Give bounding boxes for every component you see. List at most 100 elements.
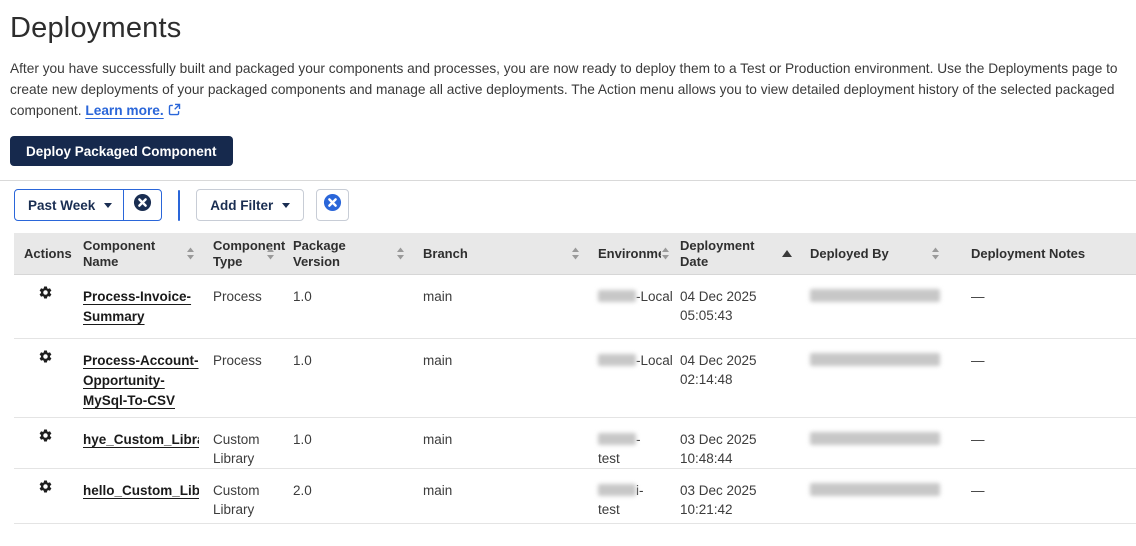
deployment-date-cell: 03 Dec 2025 10:48:44 xyxy=(680,418,810,468)
page-title: Deployments xyxy=(10,12,182,44)
x-circle-icon xyxy=(133,193,152,217)
gear-icon xyxy=(38,429,53,446)
component-name-link[interactable]: Process-Invoice-Summary xyxy=(83,287,199,327)
learn-more-link[interactable]: Learn more. xyxy=(85,103,163,118)
table-row: hello_Custom_Library Custom Library 2.0 … xyxy=(14,469,1136,524)
column-header[interactable]: Package Version xyxy=(293,233,423,274)
deployment-date-line: 04 Dec 2025 xyxy=(680,289,757,304)
sort-toggle-icon[interactable] xyxy=(396,247,405,260)
column-label: Deployment Date xyxy=(680,237,755,269)
branch-cell: main xyxy=(423,432,453,447)
sort-ascending-icon[interactable] xyxy=(782,250,792,257)
page-description: After you have successfully built and pa… xyxy=(10,58,1126,122)
environment-line1: -Local xyxy=(598,351,676,370)
gear-icon xyxy=(38,286,53,303)
column-header[interactable]: Actions xyxy=(14,233,83,274)
table-row: hye_Custom_Library Custom Library 1.0 ma… xyxy=(14,418,1136,469)
deployed-by-redacted xyxy=(810,353,940,366)
deployed-by-redacted xyxy=(810,432,940,445)
sort-toggle-icon[interactable] xyxy=(266,247,275,260)
column-label: Environment xyxy=(598,245,661,261)
add-filter-label: Add Filter xyxy=(210,197,274,213)
deployment-date-cell: 03 Dec 2025 10:21:42 xyxy=(680,469,810,523)
deployments-table: Actions Component Name Component Type Pa… xyxy=(14,233,1136,524)
sort-toggle-icon[interactable] xyxy=(661,247,670,260)
column-label: Package Version xyxy=(293,237,346,269)
table-row: Process-Account-Opportunity-MySql-To-CSV… xyxy=(14,339,1136,418)
component-type-cell: Process xyxy=(213,289,262,304)
deployed-by-redacted xyxy=(810,483,940,496)
component-name-link[interactable]: hello_Custom_Library xyxy=(83,481,199,501)
deployment-notes-cell: — xyxy=(971,289,985,304)
deployment-date-line: 03 Dec 2025 xyxy=(680,483,757,498)
table-row: Process-Invoice-Summary Process 1.0 main… xyxy=(14,275,1136,339)
branch-cell: main xyxy=(423,289,453,304)
column-header[interactable]: Component Name xyxy=(83,233,213,274)
deployment-time-line: 02:14:48 xyxy=(680,372,733,387)
actions-menu-button[interactable] xyxy=(38,285,53,300)
actions-cell xyxy=(14,339,83,417)
remove-date-filter-button[interactable] xyxy=(123,190,161,220)
environment-cell: i- test xyxy=(598,469,680,523)
deployed-by-cell xyxy=(810,469,958,523)
date-filter-dropdown[interactable]: Past Week xyxy=(15,190,123,220)
environment-cell: -Local xyxy=(598,275,680,338)
deployed-by-cell xyxy=(810,418,958,468)
clear-filters-button[interactable] xyxy=(316,189,350,221)
component-name-cell: Process-Invoice-Summary xyxy=(83,275,213,338)
deployment-notes-cell: — xyxy=(971,432,985,447)
chevron-down-icon xyxy=(104,202,113,208)
x-circle-icon xyxy=(323,193,342,217)
date-filter-label: Past Week xyxy=(28,197,96,213)
package-version-cell: 2.0 xyxy=(293,483,312,498)
column-header[interactable]: Deployment Date xyxy=(680,233,810,274)
deployment-time-line: 10:21:42 xyxy=(680,502,733,517)
environment-redacted xyxy=(598,433,636,445)
column-header[interactable]: Component Type xyxy=(213,233,293,274)
component-name-link[interactable]: Process-Account-Opportunity-MySql-To-CSV xyxy=(83,351,199,411)
column-label: Actions xyxy=(24,245,72,261)
gear-icon xyxy=(38,480,53,497)
page-footer-space xyxy=(0,524,1136,546)
filter-group-divider xyxy=(178,189,181,221)
column-label: Deployment Notes xyxy=(971,245,1086,261)
column-header[interactable]: Environment xyxy=(598,233,680,274)
column-header[interactable]: Deployment Notes xyxy=(958,233,1136,274)
column-label: Component Type xyxy=(213,237,286,269)
column-header[interactable]: Deployed By xyxy=(810,233,958,274)
sort-toggle-icon[interactable] xyxy=(186,247,195,260)
package-version-cell: 1.0 xyxy=(293,289,312,304)
sort-toggle-icon[interactable] xyxy=(571,247,580,260)
environment-redacted xyxy=(598,290,636,302)
component-name-link[interactable]: hye_Custom_Library xyxy=(83,430,199,450)
chevron-down-icon xyxy=(282,202,291,208)
environment-suffix: i- xyxy=(636,483,644,498)
filter-bar: Past Week Add Filter xyxy=(14,189,1136,221)
deployment-date-line: 04 Dec 2025 xyxy=(680,353,757,368)
deployment-time-line: 10:48:44 xyxy=(680,451,733,466)
environment-line2: test xyxy=(598,451,620,466)
deployed-by-cell xyxy=(810,339,958,417)
sort-toggle-icon[interactable] xyxy=(931,247,940,260)
component-type-cell: Custom Library xyxy=(213,483,260,517)
component-name-cell: Process-Account-Opportunity-MySql-To-CSV xyxy=(83,339,213,417)
environment-redacted xyxy=(598,484,636,496)
gear-icon xyxy=(38,350,53,367)
actions-menu-button[interactable] xyxy=(38,479,53,494)
actions-cell xyxy=(14,469,83,523)
column-label: Component Name xyxy=(83,237,156,269)
table-header-row: Actions Component Name Component Type Pa… xyxy=(14,233,1136,275)
actions-menu-button[interactable] xyxy=(38,349,53,364)
deploy-packaged-component-button[interactable]: Deploy Packaged Component xyxy=(10,136,233,166)
deployment-date-cell: 04 Dec 2025 05:05:43 xyxy=(680,275,810,338)
deployment-notes-cell: — xyxy=(971,483,985,498)
actions-menu-button[interactable] xyxy=(38,428,53,443)
package-version-cell: 1.0 xyxy=(293,353,312,368)
deployed-by-redacted xyxy=(810,289,940,302)
environment-line1: i- xyxy=(598,481,676,500)
component-name-cell: hye_Custom_Library xyxy=(83,418,213,468)
deployment-time-line: 05:05:43 xyxy=(680,308,733,323)
deployment-notes-cell: — xyxy=(971,353,985,368)
column-header[interactable]: Branch xyxy=(423,233,598,274)
add-filter-button[interactable]: Add Filter xyxy=(196,189,305,221)
